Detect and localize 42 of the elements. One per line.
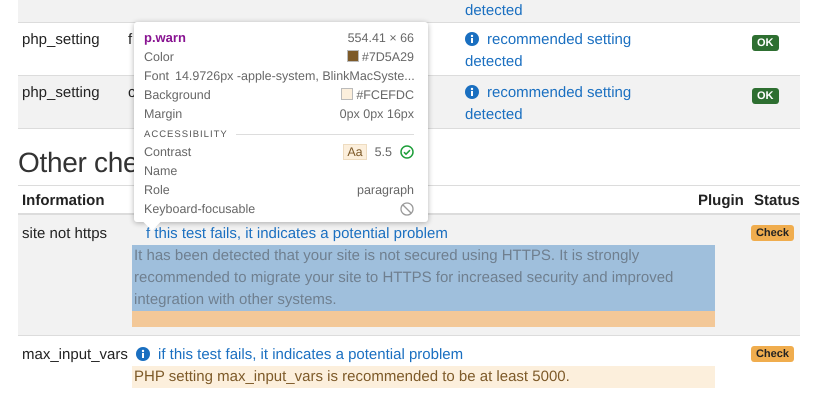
property-label: Color (144, 50, 174, 64)
warning-text: PHP setting max_input_vars is recommended to be at least 5000. (132, 366, 715, 388)
info-text: detected (465, 1, 524, 21)
table-cell-text: max_input_vars (21, 345, 129, 365)
status-badge: OK (752, 35, 778, 51)
property-label: Name (144, 164, 178, 178)
note-link[interactable]: f this test fails, it indicates a potential problem (132, 225, 448, 242)
table-cell-text: php_setting (21, 83, 101, 103)
info-icon (136, 347, 150, 361)
warning-text: It has been detected that your site is not secured using HTTPS. It is strongly recommended to migrate your site to HTTPS for increased security and improved integration with other systems. (132, 245, 715, 327)
element-size: 554.41 × 66 (348, 30, 414, 44)
property-label: Contrast (144, 144, 192, 158)
check-circle-icon (400, 144, 414, 158)
table-cell-text: f (127, 30, 134, 50)
column-header: Status (754, 192, 800, 209)
property-label: Role (144, 182, 170, 196)
property-value: 0px 0px 16px (340, 106, 414, 120)
property-label: Font (144, 68, 170, 82)
contrast-value: 5.5 (374, 144, 392, 158)
note-link[interactable]: if this test fails, it indicates a potential problem (132, 346, 464, 363)
property-label: Margin (144, 106, 182, 120)
property-label: Background (144, 88, 211, 102)
column-header: Plugin (698, 192, 744, 209)
property-value: #7D5A29 (346, 50, 414, 64)
status-badge: OK (752, 88, 778, 104)
info-text: recommended setting detected (465, 30, 632, 72)
blocked-icon (400, 202, 414, 216)
table-cell-text: php_setting (21, 30, 101, 50)
table-cell-text: site not https (21, 224, 108, 244)
column-header: Information (21, 192, 104, 209)
property-label: Keyboard-focusable (144, 202, 256, 216)
element-selector: p.warn (144, 30, 186, 45)
info-icon (465, 32, 479, 46)
property-value: #FCEFDC (341, 88, 414, 102)
info-text: recommended setting detected (465, 83, 632, 125)
contrast-sample: Aa (343, 144, 367, 160)
info-icon (465, 85, 479, 99)
section-title: ACCESSIBILITY (144, 129, 228, 140)
property-value: 14.9726px -apple-system, BlinkMacSyste... (175, 68, 415, 82)
property-value: paragraph (357, 182, 414, 196)
status-badge: Check (750, 346, 794, 362)
status-badge: Check (750, 225, 794, 241)
